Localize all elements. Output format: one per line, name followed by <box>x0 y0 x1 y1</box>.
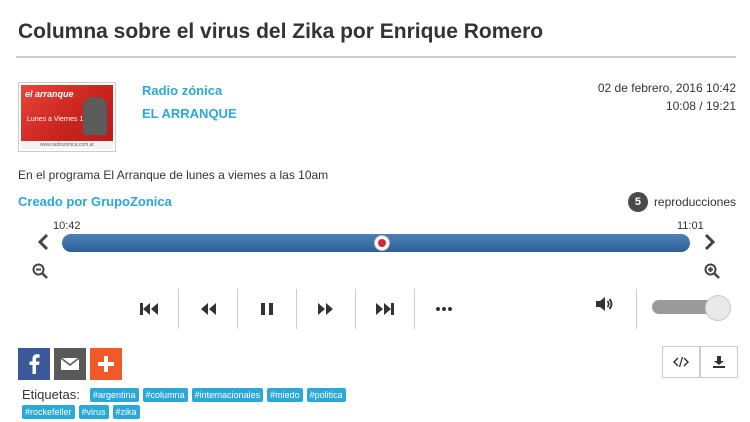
tag-argentina[interactable]: #argentina <box>90 388 139 402</box>
thumbnail-footer: www.radiozonica.com.ar <box>21 141 113 149</box>
description: En el programa El Arranque de lunes a vi… <box>18 168 329 182</box>
page-title: Columna sobre el virus del Zika por Enri… <box>18 20 544 43</box>
tag-zika[interactable]: #zika <box>112 405 140 419</box>
tag-rockefeller[interactable]: #rockefeller <box>22 405 75 419</box>
timeline-next-button[interactable] <box>703 233 717 256</box>
volume-slider-knob[interactable] <box>705 295 732 321</box>
duration-info: 10:08 / 19:21 <box>665 99 736 113</box>
code-icon <box>673 356 689 368</box>
tag-politica[interactable]: #politica <box>306 388 346 402</box>
download-icon <box>713 356 725 368</box>
volume-button[interactable] <box>594 295 614 318</box>
facebook-icon <box>29 354 40 374</box>
embed-button[interactable] <box>662 346 700 378</box>
title-divider <box>16 56 736 58</box>
program-link[interactable]: EL ARRANQUE <box>142 106 237 121</box>
tags-label: Etiquetas: <box>22 387 80 402</box>
zoom-in-button[interactable] <box>704 263 720 284</box>
plays-counter: 5 reproducciones <box>627 192 736 212</box>
timeline-start-label: 10:42 <box>53 220 81 232</box>
speaker-icon <box>596 297 613 311</box>
playhead-dot <box>378 239 387 247</box>
chevron-left-icon <box>37 233 49 251</box>
mail-icon <box>60 357 80 370</box>
pause-icon <box>261 303 273 315</box>
skip-end-icon <box>376 303 394 315</box>
tags-row-2: #rockefeller #virus #zika <box>22 405 140 419</box>
program-thumbnail[interactable]: el arranque Lunes a Viernes 10hs www.rad… <box>18 82 116 152</box>
tag-virus[interactable]: #virus <box>78 405 109 419</box>
skip-to-end-button[interactable] <box>356 289 415 329</box>
thumbnail-logo: el arranque <box>25 89 74 99</box>
download-button[interactable] <box>700 346 738 378</box>
ellipsis-icon <box>436 307 452 311</box>
rewind-icon <box>201 303 216 315</box>
creator-link[interactable]: Creado por GrupoZonica <box>18 194 172 209</box>
rewind-button[interactable] <box>179 289 238 329</box>
more-options-button[interactable] <box>415 289 473 329</box>
zoom-out-icon <box>32 263 48 279</box>
tag-columna[interactable]: #columna <box>142 388 188 402</box>
zoom-out-button[interactable] <box>32 263 48 284</box>
tag-internacionales[interactable]: #internacionales <box>191 388 264 402</box>
tags-row-1: #argentina #columna #internacionales #mi… <box>90 388 346 402</box>
timeline-end-label: 11:01 <box>677 220 704 232</box>
more-share-button[interactable] <box>90 348 122 380</box>
plays-count-badge: 5 <box>627 192 648 212</box>
playback-controls <box>120 289 473 329</box>
chevron-right-icon <box>704 233 716 251</box>
facebook-share-button[interactable] <box>18 348 50 380</box>
station-link[interactable]: Radio zónica <box>142 83 222 98</box>
pause-button[interactable] <box>238 289 297 329</box>
volume-divider <box>636 289 637 329</box>
publish-date: 02 de febrero, 2016 10:42 <box>597 81 736 95</box>
tag-miedo[interactable]: #miedo <box>267 388 303 402</box>
skip-to-start-button[interactable] <box>120 289 179 329</box>
zoom-in-icon <box>704 263 720 279</box>
fast-forward-button[interactable] <box>297 289 356 329</box>
plays-label: reproducciones <box>653 195 736 209</box>
presenter-image <box>83 97 107 135</box>
email-share-button[interactable] <box>54 348 86 380</box>
plus-icon <box>98 356 114 372</box>
timeline-prev-button[interactable] <box>36 233 50 256</box>
skip-start-icon <box>140 303 158 315</box>
fast-forward-icon <box>318 303 333 315</box>
